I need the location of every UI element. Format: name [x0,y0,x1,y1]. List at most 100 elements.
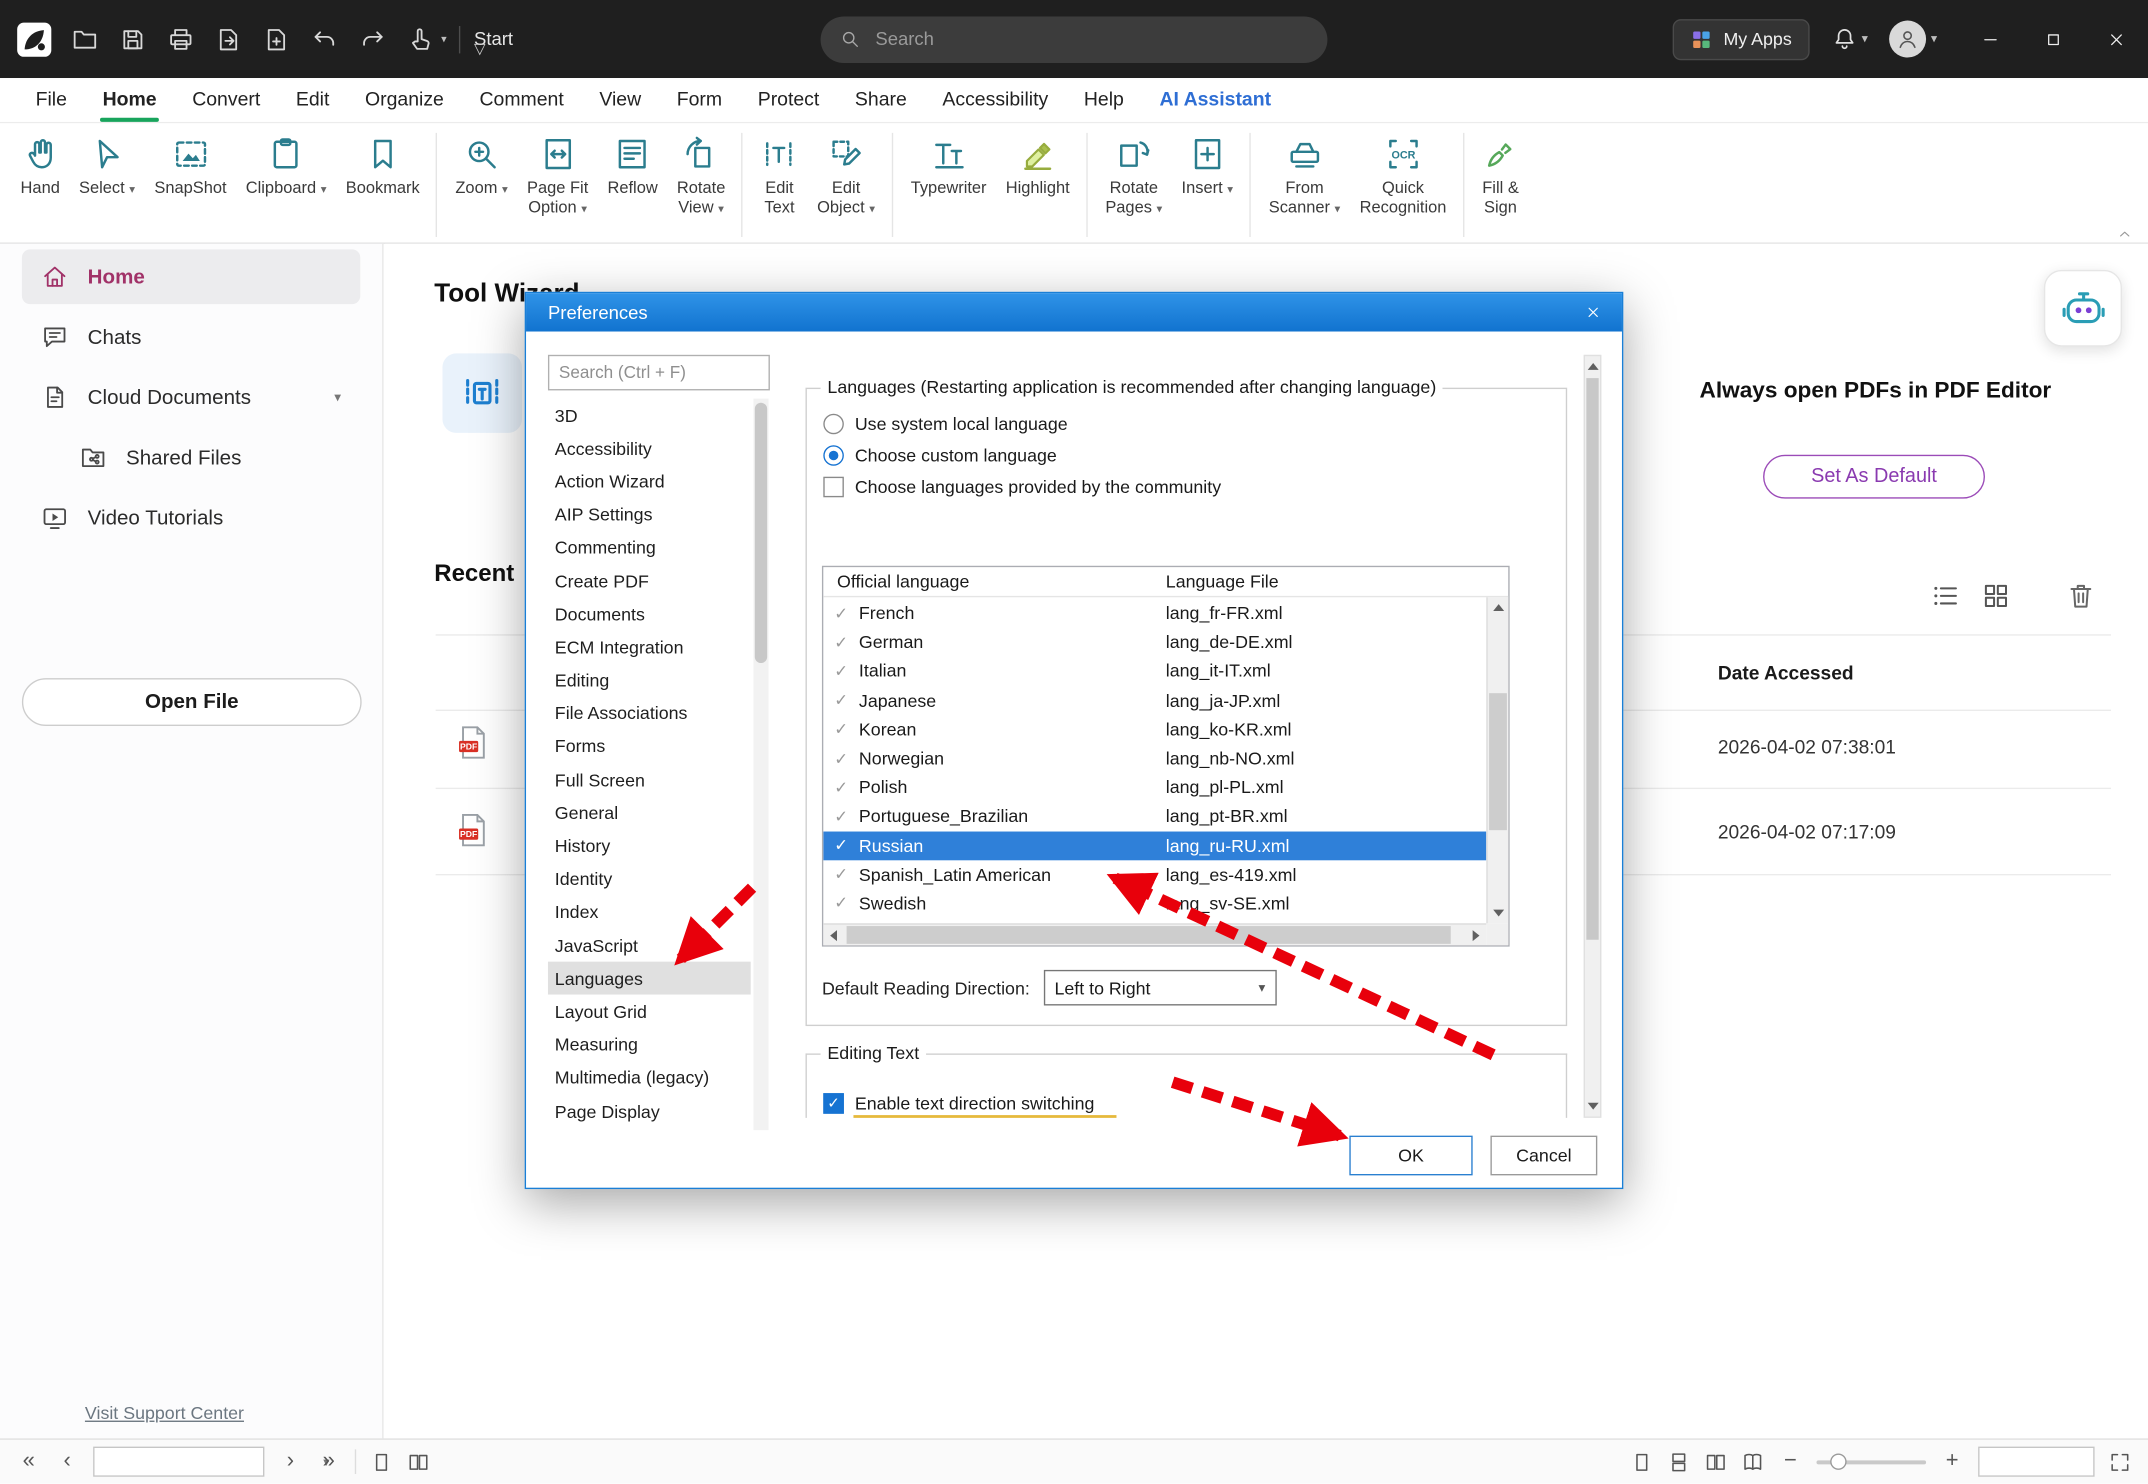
menu-item[interactable]: File [18,78,85,122]
single-page-view-button[interactable] [370,1450,393,1473]
grid-view-button[interactable] [1981,581,2011,611]
last-page-button[interactable]: » [316,1449,341,1474]
system-language-option[interactable]: Use system local language [823,408,1067,438]
zoom-slider[interactable] [1816,1452,1926,1471]
language-row[interactable]: ✓ Swedish lang_sv-SE.xml [823,889,1486,918]
preferences-category[interactable]: ECM Integration [548,631,751,664]
table-horizontal-scrollbar[interactable] [823,923,1486,945]
pan​el-scrollbar[interactable] [1584,355,1602,1118]
ribbon-tool[interactable]: Hand ▾ [11,133,69,237]
scrollbar-thumb[interactable] [1586,378,1598,940]
ribbon-tool[interactable]: SnapShot ▾ [145,133,236,237]
list-view-button[interactable] [1930,581,1960,611]
save-icon[interactable] [119,25,146,52]
checkbox-icon[interactable]: ✓ [823,476,844,497]
scroll-up-icon[interactable] [1493,604,1504,611]
custom-language-option[interactable]: Choose custom language [823,440,1056,470]
language-row[interactable]: ✓ Polish lang_pl-PL.xml [823,773,1486,802]
next-page-button[interactable]: › [278,1449,303,1474]
collapse-ribbon-button[interactable] [2112,226,2137,244]
language-row[interactable]: ✓ French lang_fr-FR.xml [823,599,1486,628]
menu-item[interactable]: Protect [740,78,837,122]
preferences-category[interactable]: General [548,796,751,829]
preferences-category[interactable]: Action Wizard [548,465,751,498]
language-row[interactable]: ✓ Portuguese_Brazilian lang_pt-BR.xml [823,802,1486,831]
first-page-button[interactable]: « [16,1449,41,1474]
language-row[interactable]: ✓ Korean lang_ko-KR.xml [823,715,1486,744]
menu-item[interactable]: Convert [174,78,278,122]
preferences-category[interactable]: History [548,829,751,862]
scrollbar-thumb[interactable] [1489,693,1507,830]
zoom-in-button[interactable]: + [1940,1449,1965,1474]
set-as-default-button[interactable]: Set As Default [1763,455,1985,499]
start-menu-button[interactable]: ▽ Start [474,29,513,50]
ribbon-tool[interactable]: Fill & Sign ▾ [1472,133,1528,237]
ribbon-tool[interactable]: Reflow ▾ [598,133,667,237]
my-apps-button[interactable]: My Apps [1673,18,1810,59]
continuous-scroll-mode-button[interactable] [1667,1450,1690,1473]
sidebar-item[interactable]: Home ▾ [22,249,360,304]
scroll-up-icon[interactable] [1588,363,1599,370]
recent-file-icon[interactable]: PDF [453,723,491,761]
preferences-category[interactable]: Languages [548,962,751,995]
zoom-out-button[interactable]: − [1778,1449,1803,1474]
preferences-category[interactable]: Editing [548,664,751,697]
ribbon-tool[interactable]: Select ▾ [69,133,144,237]
delete-recent-button[interactable] [2066,581,2096,611]
preferences-category[interactable]: 3D [548,399,751,432]
undo-icon[interactable] [311,25,338,52]
preferences-search-box[interactable] [548,355,770,391]
ok-button[interactable]: OK [1349,1136,1472,1176]
notifications-button[interactable]: ▾ [1831,26,1867,52]
folder-icon[interactable] [71,25,98,52]
scroll-right-icon[interactable] [1473,930,1480,941]
preferences-category[interactable]: Forms [548,730,751,763]
preferences-search-input[interactable] [549,363,789,382]
minimize-button[interactable] [1959,0,2022,78]
tool-wizard-icon[interactable] [442,353,521,432]
preferences-category[interactable]: Identity [548,863,751,896]
category-scrollbar[interactable] [753,399,768,1131]
sidebar-item[interactable]: Shared Files ▾ [60,430,360,485]
menu-item[interactable]: Help [1066,78,1142,122]
preferences-category[interactable]: Create PDF [548,564,751,597]
language-row[interactable]: ✓ Japanese lang_ja-JP.xml [823,686,1486,715]
radio-checked-icon[interactable] [823,445,844,466]
language-row[interactable]: ✓ Italian lang_it-IT.xml [823,657,1486,686]
redo-icon[interactable] [359,25,386,52]
text-direction-switch-option[interactable]: ✓ Enable text direction switching [823,1088,1094,1118]
chevron-down-icon[interactable]: ▾ [334,390,341,405]
two-page-mode-button[interactable] [1704,1450,1727,1473]
preferences-category[interactable]: File Associations [548,697,751,730]
radio-icon[interactable] [823,413,844,434]
export-icon[interactable] [215,25,242,52]
menu-item[interactable]: Form [659,78,740,122]
sidebar-item[interactable]: Chats ▾ [22,310,360,365]
support-center-link[interactable]: Visit Support Center [85,1403,244,1424]
preferences-category[interactable]: Accessibility [548,432,751,465]
sidebar-item[interactable]: Cloud Documents ▾ [22,370,360,425]
prev-page-button[interactable]: ‹ [55,1449,80,1474]
scroll-down-icon[interactable] [1493,910,1504,917]
ribbon-tool[interactable]: Zoom ▾ [446,133,518,237]
fullscreen-button[interactable] [2108,1450,2131,1473]
ribbon-tool[interactable]: Insert ▾ [1172,133,1251,237]
table-vertical-scrollbar[interactable] [1486,597,1508,923]
menu-item[interactable]: Home [85,78,175,122]
zoom-level-input[interactable] [1978,1447,2094,1477]
ribbon-tool[interactable]: OCR Quick Recognition ▾ [1350,133,1464,237]
search-input[interactable] [873,27,1309,50]
recent-file-icon[interactable]: PDF [453,811,491,849]
menu-item[interactable]: Accessibility [925,78,1066,122]
preferences-category[interactable]: JavaScript [548,929,751,962]
ribbon-tool[interactable]: Rotate Pages ▾ [1096,133,1172,237]
menu-item[interactable]: Comment [462,78,582,122]
preferences-category[interactable]: Commenting [548,531,751,564]
global-search-box[interactable] [821,16,1328,63]
menu-item[interactable]: Edit [278,78,347,122]
print-icon[interactable] [167,25,194,52]
ribbon-tool[interactable]: Highlight ▾ [996,133,1087,237]
preferences-category[interactable]: Layout Grid [548,995,751,1028]
preferences-category[interactable]: Documents [548,597,751,630]
menu-item[interactable]: AI Assistant [1142,78,1289,122]
